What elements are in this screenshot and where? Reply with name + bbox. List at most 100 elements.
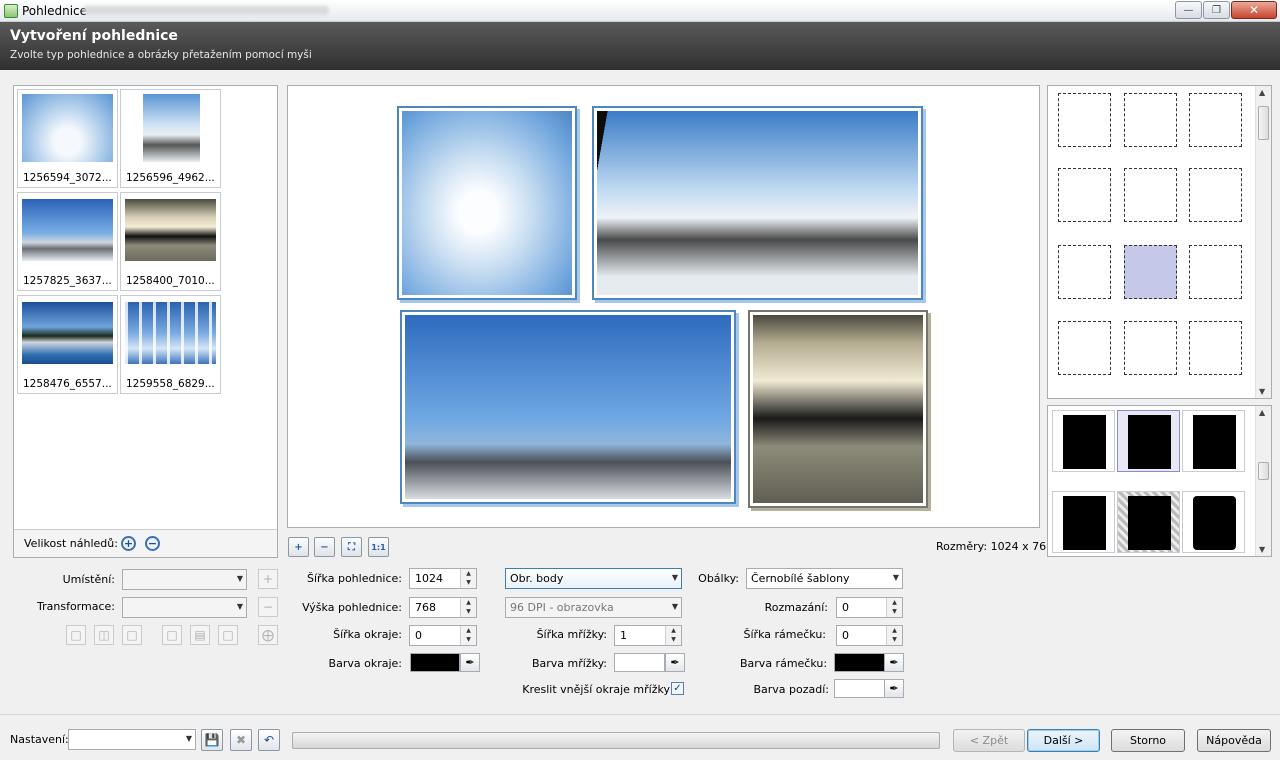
- postcard-height-input[interactable]: 768 ▲ ▼: [409, 597, 477, 618]
- help-button[interactable]: Nápověda: [1197, 729, 1271, 752]
- delete-settings-icon[interactable]: ✖: [230, 729, 252, 751]
- templates-scrollbar[interactable]: ▲ ▼: [1255, 86, 1271, 398]
- layout-template[interactable]: [1058, 168, 1111, 222]
- blur-input[interactable]: 0 ▲ ▼: [836, 597, 903, 618]
- grid-width-label: Šířka mřížky:: [536, 628, 607, 641]
- thumbnail-label: 1259558_6829...: [126, 378, 215, 390]
- layout-template[interactable]: [1189, 168, 1242, 222]
- align-right-icon[interactable]: □: [122, 625, 142, 645]
- thumbnail-image: [125, 199, 216, 261]
- thumbnail-label: 1256596_4962...: [126, 172, 215, 184]
- eyedropper-icon[interactable]: ✒: [884, 679, 904, 698]
- frame-style[interactable]: [1182, 491, 1245, 553]
- frames-scrollbar[interactable]: ▲ ▼: [1255, 406, 1271, 556]
- envelope-select[interactable]: Černobílé šablony ▼: [746, 568, 903, 589]
- placement-select[interactable]: ▼: [122, 569, 247, 590]
- layout-template[interactable]: [1189, 245, 1242, 299]
- thumbnail-size-label: Velikost náhledů:: [24, 537, 118, 550]
- image-thumbnails-panel: 1256594_3072... 1256596_4962... 1257825_…: [13, 85, 278, 558]
- thumbnail-item[interactable]: 1259558_6829...: [120, 295, 221, 394]
- close-button[interactable]: ✕: [1231, 1, 1277, 19]
- thumbnail-item[interactable]: 1258400_7010...: [120, 192, 221, 291]
- layout-template[interactable]: [1058, 93, 1111, 147]
- eyedropper-icon[interactable]: ✒: [460, 653, 480, 672]
- placement-label: Umístění:: [62, 573, 115, 586]
- align-center-icon[interactable]: ◫: [94, 625, 114, 645]
- settings-select[interactable]: ▼: [68, 729, 196, 750]
- zoom-out-icon[interactable]: −: [145, 536, 160, 551]
- transform-select[interactable]: ▼: [122, 597, 247, 618]
- dimensions-label: Rozměry:: [936, 540, 988, 553]
- page-title: Vytvoření pohlednice: [10, 28, 178, 44]
- window-title-blurred: [84, 6, 329, 15]
- border-color-label: Barva okraje:: [328, 657, 402, 670]
- align-bottom-icon[interactable]: □: [218, 625, 238, 645]
- outer-edges-checkbox[interactable]: ✓: [671, 682, 684, 695]
- undo-icon[interactable]: ↶: [258, 729, 280, 751]
- cancel-button[interactable]: Storno: [1111, 729, 1185, 752]
- postcard-preview: [287, 85, 1040, 528]
- background-color-label: Barva pozadí:: [753, 683, 829, 696]
- progress-bar: [292, 732, 940, 749]
- frame-style[interactable]: [1117, 491, 1180, 553]
- frame-color-label: Barva rámečku:: [740, 657, 828, 670]
- frame-style[interactable]: [1182, 410, 1245, 472]
- postcard-photo-branch[interactable]: [750, 312, 926, 506]
- save-settings-icon[interactable]: 💾: [201, 729, 223, 751]
- align-top-icon[interactable]: □: [162, 625, 182, 645]
- thumbnail-item[interactable]: 1258476_6557...: [17, 295, 118, 394]
- zoom-in-preview-button[interactable]: +: [288, 537, 309, 557]
- border-width-input[interactable]: 0 ▲ ▼: [409, 625, 477, 646]
- border-color-swatch[interactable]: [410, 653, 460, 672]
- scrollbar-thumb[interactable]: [1258, 106, 1269, 140]
- frame-color-swatch[interactable]: [834, 653, 885, 672]
- add-icon[interactable]: +: [258, 569, 278, 589]
- next-button[interactable]: Další >: [1027, 729, 1100, 752]
- fit-to-window-button[interactable]: ⛶: [341, 537, 362, 557]
- maximize-button[interactable]: ❐: [1203, 1, 1230, 19]
- units-select[interactable]: Obr. body ▼: [505, 568, 682, 589]
- dpi-select[interactable]: 96 DPI - obrazovka ▼: [505, 597, 682, 618]
- frame-style-selected[interactable]: [1117, 410, 1180, 472]
- postcard-photo-paraglider[interactable]: [402, 312, 734, 502]
- postcard-width-input[interactable]: 1024 ▲ ▼: [409, 568, 477, 589]
- layout-template[interactable]: [1189, 93, 1242, 147]
- thumbnail-item[interactable]: 1256596_4962...: [120, 89, 221, 188]
- scrollbar-thumb[interactable]: [1258, 462, 1269, 480]
- layout-template[interactable]: [1058, 245, 1111, 299]
- zoom-out-preview-button[interactable]: −: [314, 537, 335, 557]
- thumbnail-image: [22, 302, 113, 364]
- actual-size-button[interactable]: 1:1: [368, 537, 389, 557]
- frame-width-input[interactable]: 0 ▲ ▼: [836, 625, 903, 646]
- minimize-button[interactable]: —: [1175, 1, 1202, 19]
- frame-style[interactable]: [1052, 491, 1115, 553]
- frame-style[interactable]: [1052, 410, 1115, 472]
- layout-template[interactable]: [1124, 93, 1177, 147]
- layout-template[interactable]: [1189, 321, 1242, 375]
- postcard-photo-tree[interactable]: [399, 108, 575, 298]
- layout-template[interactable]: [1124, 168, 1177, 222]
- grid-width-input[interactable]: 1 ▲ ▼: [614, 625, 682, 646]
- zoom-in-icon[interactable]: +: [121, 536, 136, 551]
- border-width-label: Šířka okraje:: [333, 628, 402, 641]
- layout-template-selected[interactable]: [1124, 245, 1177, 299]
- postcard-photo-road[interactable]: [594, 108, 921, 298]
- center-both-icon[interactable]: ⨁: [258, 625, 278, 645]
- thumbnail-label: 1257825_3637...: [23, 275, 112, 287]
- eyedropper-icon[interactable]: ✒: [665, 653, 685, 672]
- title-bar: Pohlednice — ❐ ✕: [0, 0, 1280, 22]
- page-subtitle: Zvolte typ pohlednice a obrázky přetažen…: [10, 49, 312, 61]
- align-left-icon[interactable]: □: [66, 625, 86, 645]
- eyedropper-icon[interactable]: ✒: [884, 653, 904, 672]
- grid-color-swatch[interactable]: [614, 653, 665, 672]
- align-middle-icon[interactable]: ▤: [190, 625, 210, 645]
- remove-icon[interactable]: −: [258, 597, 278, 617]
- layout-template[interactable]: [1124, 321, 1177, 375]
- thumbnail-item[interactable]: 1256594_3072...: [17, 89, 118, 188]
- layout-templates-panel: ▲ ▼: [1047, 85, 1272, 399]
- thumbnail-item[interactable]: 1257825_3637...: [17, 192, 118, 291]
- background-color-swatch[interactable]: [834, 679, 885, 698]
- grid-color-label: Barva mřížky:: [531, 657, 607, 670]
- back-button[interactable]: < Zpět: [953, 729, 1025, 752]
- layout-template[interactable]: [1058, 321, 1111, 375]
